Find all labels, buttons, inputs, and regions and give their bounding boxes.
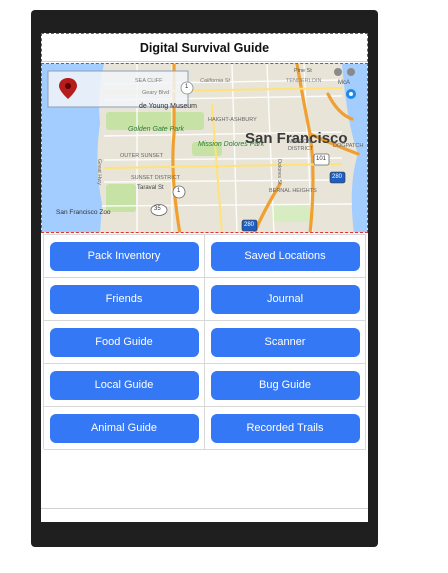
- menu-cell: Friends: [44, 278, 205, 321]
- highway-number: 35: [154, 206, 161, 212]
- compass-icon[interactable]: [346, 89, 356, 99]
- menu-cell: Recorded Trails: [205, 407, 366, 450]
- bug-guide-button[interactable]: Bug Guide: [210, 370, 360, 400]
- menu-cell: Bug Guide: [205, 364, 366, 407]
- menu-cell: Food Guide: [44, 321, 205, 364]
- park-patch: [272, 204, 312, 222]
- map-label: Golden Gate Park: [128, 126, 185, 133]
- map-canvas[interactable]: [42, 64, 368, 233]
- menu-grid: Pack Inventory Saved Locations Friends J…: [43, 234, 366, 450]
- saved-locations-button[interactable]: Saved Locations: [210, 241, 360, 271]
- highway-number: 101: [316, 156, 327, 162]
- menu-cell: Journal: [205, 278, 366, 321]
- map-label: SUNSET DISTRICT: [131, 175, 181, 181]
- map-view[interactable]: San Francisco SEA CLIFF California St Ge…: [41, 63, 368, 233]
- menu-cell: Saved Locations: [205, 235, 366, 278]
- menu-cell: Pack Inventory: [44, 235, 205, 278]
- map-label: San Francisco Zoo: [56, 209, 111, 216]
- navigation-title-bar: Digital Survival Guide: [41, 33, 368, 62]
- animal-guide-button[interactable]: Animal Guide: [49, 413, 199, 443]
- food-guide-button[interactable]: Food Guide: [49, 327, 199, 357]
- park-patch: [106, 184, 136, 212]
- pack-inventory-button[interactable]: Pack Inventory: [49, 241, 199, 271]
- map-label: California St: [200, 78, 230, 84]
- recorded-trails-button[interactable]: Recorded Trails: [210, 413, 360, 443]
- menu-cell: Scanner: [205, 321, 366, 364]
- map-label: OUTER SUNSET: [120, 153, 164, 159]
- map-label: McA: [338, 80, 350, 86]
- map-label: SEA CLIFF: [135, 78, 163, 84]
- friends-button[interactable]: Friends: [49, 284, 199, 314]
- map-label: Great Hwy: [96, 159, 102, 185]
- map-label: MISSION DISTRICT: [288, 139, 314, 152]
- journal-button[interactable]: Journal: [210, 284, 360, 314]
- map-label: Pine St: [294, 68, 312, 74]
- map-label: Mission Dolores Park: [198, 141, 265, 148]
- map-label: Dolores St: [276, 159, 282, 185]
- highway-number: 280: [332, 174, 343, 180]
- page-title: Digital Survival Guide: [139, 40, 270, 55]
- map-label: DOGPATCH: [333, 143, 364, 149]
- scanner-button[interactable]: Scanner: [210, 327, 360, 357]
- local-guide-button[interactable]: Local Guide: [49, 370, 199, 400]
- bottom-divider: [41, 508, 368, 509]
- menu-cell: Animal Guide: [44, 407, 205, 450]
- map-label: HAIGHT-ASHBURY: [208, 117, 257, 123]
- menu-cell: Local Guide: [44, 364, 205, 407]
- highway-number: 1: [185, 84, 189, 90]
- map-label: de Young Museum: [139, 103, 197, 110]
- highway-number: 1: [177, 188, 181, 194]
- highway-number: 280: [244, 222, 255, 228]
- map-label: TENDERLOIN: [286, 78, 322, 84]
- map-label: Geary Blvd: [142, 90, 170, 96]
- map-label: BERNAL HEIGHTS: [269, 188, 317, 194]
- app-screen: Digital Survival Guide San Francisco SEA…: [41, 33, 368, 522]
- map-label: Taraval St: [137, 185, 164, 191]
